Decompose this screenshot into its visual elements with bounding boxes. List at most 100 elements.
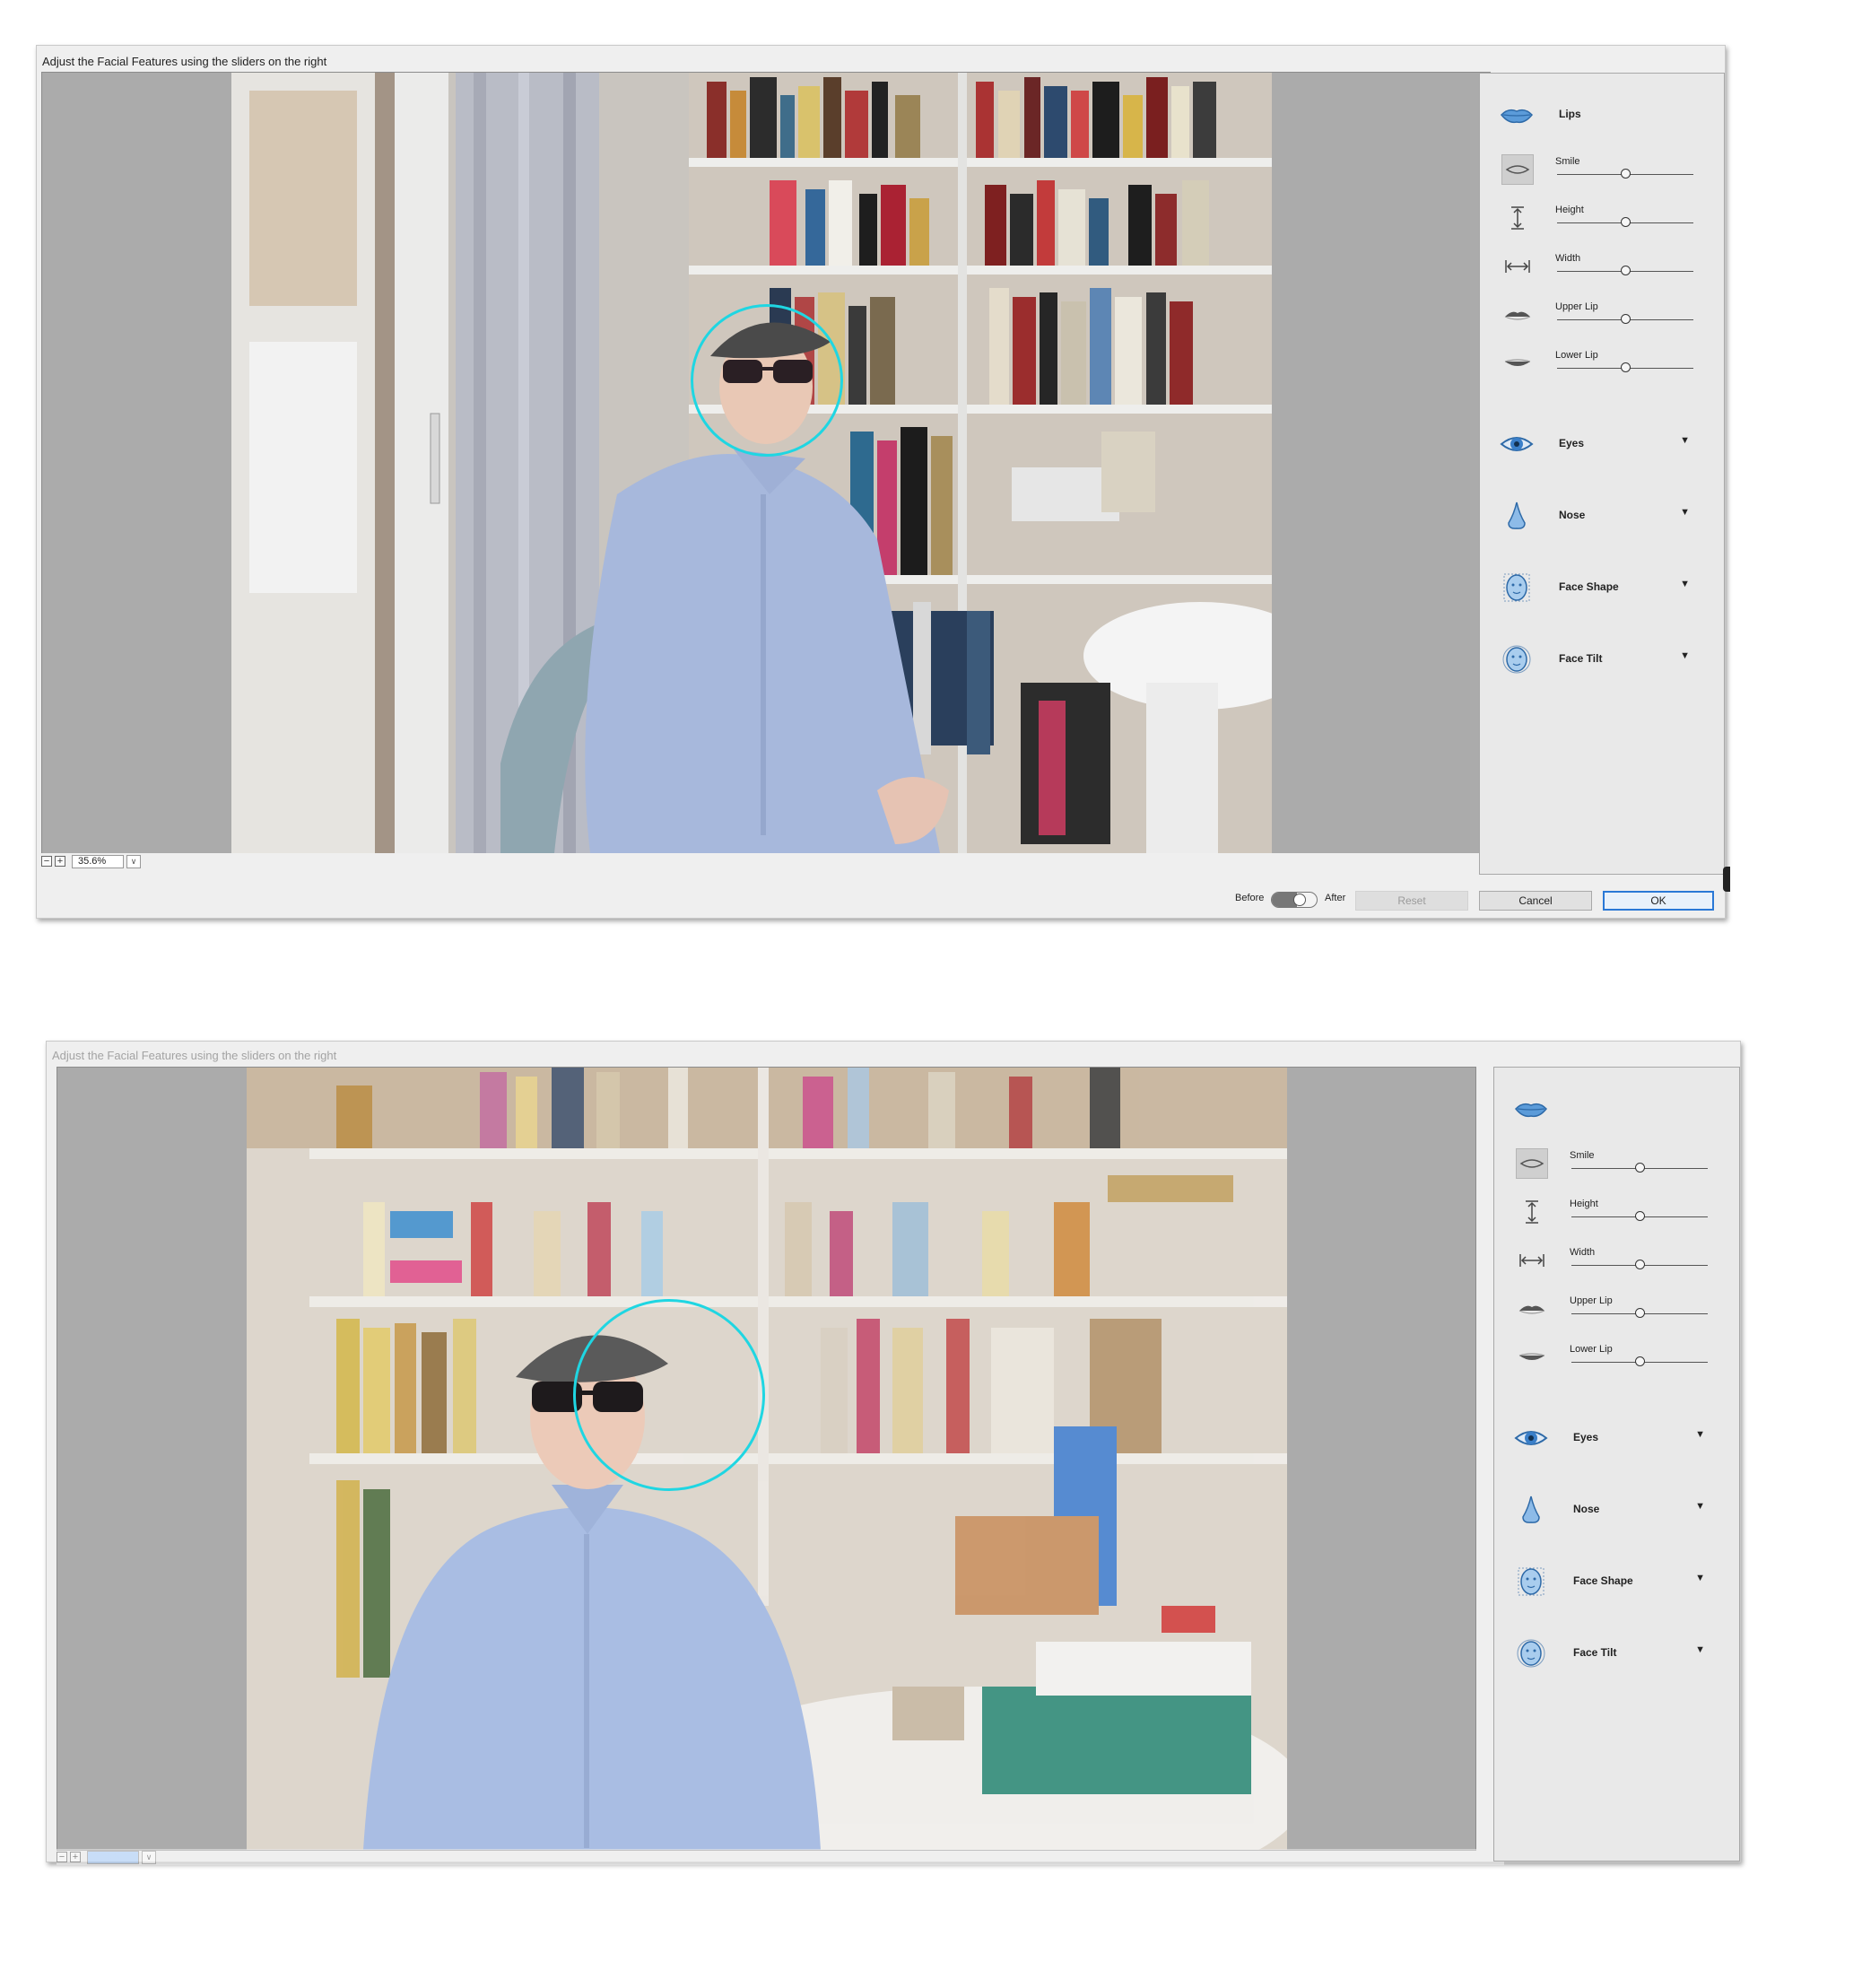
zoom-controls: − + 35.6% ∨ bbox=[57, 1849, 1504, 1865]
zoom-out-button[interactable]: − bbox=[57, 1852, 67, 1862]
facial-features-dialog-after: Adjust the Facial Features using the sli… bbox=[46, 1041, 1741, 1865]
slider-label: Width bbox=[1555, 253, 1581, 264]
facial-features-dialog: Adjust the Facial Features using the sli… bbox=[36, 45, 1730, 919]
before-after-toggle[interactable] bbox=[1271, 892, 1318, 908]
slider-row-width: Width bbox=[1480, 246, 1724, 291]
resize-handle[interactable] bbox=[1723, 867, 1730, 892]
eyes-section-header[interactable]: Eyes ▼ bbox=[1480, 426, 1724, 462]
slider-row-smile: Smile bbox=[1480, 149, 1724, 194]
slider-thumb[interactable] bbox=[1620, 266, 1631, 275]
slider-row-upper-lip: Upper Lip bbox=[1494, 1288, 1739, 1333]
face-shape-icon bbox=[1518, 1567, 1544, 1596]
smile-icon[interactable] bbox=[1516, 1148, 1548, 1179]
zoom-level-input[interactable]: 35.6% bbox=[87, 1850, 139, 1864]
chevron-down-icon[interactable]: ▼ bbox=[1680, 579, 1690, 589]
slider-row-height: Height bbox=[1480, 197, 1724, 242]
nose-section-header[interactable]: Nose ▼ bbox=[1480, 498, 1724, 534]
smile-icon[interactable] bbox=[1501, 154, 1534, 185]
width-icon[interactable] bbox=[1501, 251, 1534, 282]
face-tilt-section-header[interactable]: Face Tilt ▼ bbox=[1480, 641, 1724, 677]
slider-thumb[interactable] bbox=[1620, 169, 1631, 179]
zoom-dropdown-icon[interactable]: ∨ bbox=[142, 1850, 156, 1864]
face-tilt-section-header[interactable]: Face Tilt ▼ bbox=[1494, 1635, 1739, 1671]
nose-icon bbox=[1522, 1495, 1540, 1523]
zoom-in-button[interactable]: + bbox=[70, 1852, 81, 1862]
dialog-title: Adjust the Facial Features using the sli… bbox=[42, 55, 327, 68]
facial-features-panel: Smile Height Width Upper Lip Lower Lip E… bbox=[1493, 1067, 1740, 1862]
slider-row-height: Height bbox=[1494, 1191, 1739, 1236]
nose-label: Nose bbox=[1573, 1503, 1600, 1515]
zoom-in-button[interactable]: + bbox=[55, 856, 65, 867]
eyes-label: Eyes bbox=[1573, 1431, 1599, 1443]
chevron-down-icon[interactable]: ▼ bbox=[1695, 1429, 1705, 1440]
slider-thumb[interactable] bbox=[1634, 1356, 1645, 1366]
face-tilt-label: Face Tilt bbox=[1559, 652, 1603, 665]
slider-label: Upper Lip bbox=[1555, 301, 1598, 312]
reset-button[interactable]: Reset bbox=[1355, 891, 1468, 911]
preview-canvas bbox=[41, 72, 1491, 854]
chevron-down-icon[interactable]: ▼ bbox=[1695, 1501, 1705, 1512]
slider-row-upper-lip: Upper Lip bbox=[1480, 294, 1724, 339]
slider-label: Smile bbox=[1570, 1150, 1595, 1161]
chevron-down-icon[interactable]: ▼ bbox=[1680, 650, 1690, 661]
lower-lip-icon[interactable] bbox=[1516, 1342, 1548, 1373]
face-tilt-label: Face Tilt bbox=[1573, 1646, 1617, 1659]
slider-thumb[interactable] bbox=[1634, 1211, 1645, 1221]
dialog-title: Adjust the Facial Features using the sli… bbox=[52, 1049, 337, 1062]
nose-label: Nose bbox=[1559, 509, 1586, 521]
height-icon[interactable] bbox=[1501, 203, 1534, 233]
slider-thumb[interactable] bbox=[1634, 1260, 1645, 1269]
upper-lip-icon[interactable] bbox=[1516, 1294, 1548, 1324]
slider-thumb[interactable] bbox=[1620, 314, 1631, 324]
height-icon[interactable] bbox=[1516, 1197, 1548, 1227]
slider-thumb[interactable] bbox=[1620, 217, 1631, 227]
photo-preview bbox=[247, 1068, 1287, 1850]
face-shape-section-header[interactable]: Face Shape ▼ bbox=[1494, 1564, 1739, 1600]
chevron-down-icon[interactable]: ▼ bbox=[1695, 1644, 1705, 1655]
slider-label: Height bbox=[1555, 205, 1584, 215]
slider-label: Upper Lip bbox=[1570, 1295, 1613, 1306]
chevron-down-icon[interactable]: ▼ bbox=[1680, 435, 1690, 446]
eyes-section-header[interactable]: Eyes ▼ bbox=[1494, 1420, 1739, 1456]
slider-label: Height bbox=[1570, 1199, 1598, 1209]
slider-thumb[interactable] bbox=[1634, 1308, 1645, 1318]
face-shape-section-header[interactable]: Face Shape ▼ bbox=[1480, 570, 1724, 606]
toggle-knob bbox=[1293, 894, 1306, 906]
face-shape-label: Face Shape bbox=[1559, 580, 1619, 593]
before-label: Before bbox=[1235, 893, 1265, 903]
face-tilt-icon bbox=[1502, 645, 1531, 674]
slider-row-width: Width bbox=[1494, 1240, 1739, 1285]
slider-label: Smile bbox=[1555, 156, 1580, 167]
slider-label: Width bbox=[1570, 1247, 1596, 1258]
slider-row-smile: Smile bbox=[1494, 1143, 1739, 1188]
lips-icon bbox=[1500, 109, 1534, 124]
upper-lip-icon[interactable] bbox=[1501, 300, 1534, 330]
photo-preview bbox=[231, 73, 1272, 853]
slider-row-lower-lip: Lower Lip bbox=[1480, 343, 1724, 388]
face-shape-label: Face Shape bbox=[1573, 1574, 1633, 1587]
nose-section-header[interactable]: Nose ▼ bbox=[1494, 1492, 1739, 1528]
zoom-out-button[interactable]: − bbox=[41, 856, 52, 867]
dialog-footer: Before After Reset Cancel OK bbox=[37, 871, 1725, 918]
after-label: After bbox=[1325, 893, 1346, 903]
lower-lip-icon[interactable] bbox=[1501, 348, 1534, 379]
width-icon[interactable] bbox=[1516, 1245, 1548, 1276]
slider-thumb[interactable] bbox=[1620, 362, 1631, 372]
zoom-level-input[interactable]: 35.6% bbox=[72, 854, 124, 868]
face-shape-icon bbox=[1503, 573, 1530, 602]
cancel-button[interactable]: Cancel bbox=[1479, 891, 1592, 911]
preview-canvas bbox=[57, 1067, 1476, 1851]
face-detection-circle[interactable] bbox=[691, 304, 843, 457]
chevron-down-icon[interactable]: ▼ bbox=[1695, 1573, 1705, 1583]
lips-icon bbox=[1514, 1103, 1548, 1118]
zoom-dropdown-icon[interactable]: ∨ bbox=[126, 854, 141, 868]
face-detection-circle[interactable] bbox=[573, 1299, 765, 1491]
ok-button[interactable]: OK bbox=[1603, 891, 1714, 911]
lips-section-header[interactable] bbox=[1494, 1091, 1739, 1127]
lips-section-header[interactable]: Lips bbox=[1480, 97, 1724, 133]
slider-thumb[interactable] bbox=[1634, 1163, 1645, 1173]
eye-icon bbox=[1514, 1431, 1548, 1445]
slider-row-lower-lip: Lower Lip bbox=[1494, 1337, 1739, 1382]
chevron-down-icon[interactable]: ▼ bbox=[1680, 507, 1690, 518]
slider-label: Lower Lip bbox=[1555, 350, 1598, 361]
